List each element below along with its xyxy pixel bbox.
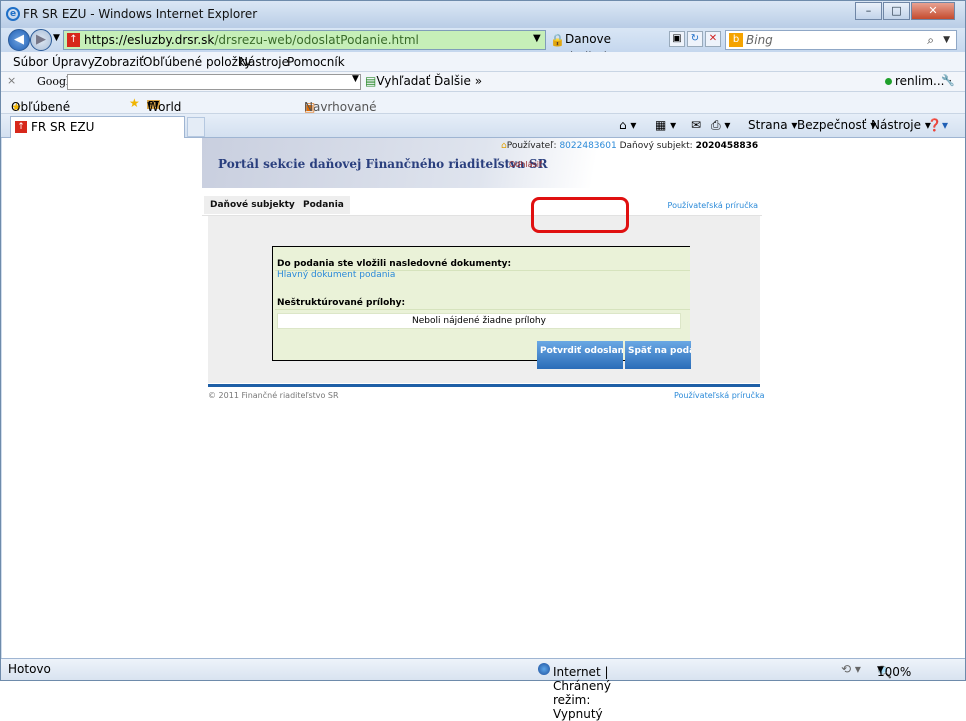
menu-nastroje[interactable]: Nástroje (239, 55, 289, 69)
divider (275, 309, 690, 310)
google-more-button[interactable]: Ďalšie » (434, 74, 482, 88)
subject-label: Daňový subjekt: (619, 141, 693, 151)
forward-icon[interactable]: ▶ (30, 29, 52, 51)
site-tab[interactable]: 🔒 Danove riaditelstvo... (547, 30, 661, 64)
no-attachments-row: Neboli nájdené žiadne prílohy (277, 313, 681, 329)
title-bar: e FR SR EZU - Windows Internet Explorer … (1, 1, 965, 28)
wrench-icon[interactable]: 🔧 (941, 74, 955, 87)
close-toolbar-icon[interactable]: × (7, 74, 16, 87)
zoom-dropdown-icon: ▼ (877, 665, 884, 675)
tab-podania[interactable]: Podania (297, 196, 350, 214)
confirm-send-button[interactable]: Potvrdiť odoslanie (537, 341, 623, 369)
address-host: https://esluzby.drsr.sk (84, 33, 215, 47)
portal-nav: Daňové subjekty Podania Používateľská pr… (202, 194, 762, 216)
copyright: © 2011 Finančné riaditeľstvo SR (208, 391, 339, 400)
google-search-input[interactable] (67, 74, 361, 90)
google-dropdown-icon[interactable]: ▼ (352, 74, 359, 84)
main-document-link[interactable]: Hlavný dokument podania (277, 270, 395, 280)
user-label: Používateľ: (506, 141, 557, 151)
page-tab-label: FR SR EZU (31, 120, 95, 134)
help-icon[interactable]: ❓▾ (927, 118, 948, 132)
attachments-heading: Neštruktúrované prílohy: (277, 298, 406, 308)
refresh-icon[interactable]: ↻ (687, 31, 703, 47)
documents-box: Do podania ste vložili nasledovné dokume… (272, 246, 691, 369)
subject-id: 2020458836 (695, 141, 759, 151)
address-row: ◀ ▶ ▼ ↑ https://esluzby.drsr.sk/drsrezu-… (1, 28, 965, 64)
add-favorite-icon[interactable]: ★ (129, 96, 140, 110)
status-bar: Hotovo Internet | Chránený režim: Vypnut… (1, 658, 965, 721)
google-search-icon: ▤ (365, 74, 377, 88)
google-search-label: Vyhľadať · (376, 74, 439, 88)
user-info: ⌂Používateľ: 8022483601 Daňový subjekt: … (501, 141, 758, 151)
menu-pomocnik[interactable]: Pomocník (287, 55, 345, 69)
feeds-icon[interactable]: ▦ ▾ (655, 118, 676, 132)
close-button[interactable]: ✕ (911, 2, 955, 20)
browser-window: e FR SR EZU - Windows Internet Explorer … (0, 0, 966, 721)
security-zone-label: Internet | Chránený režim: Vypnutý (553, 665, 611, 721)
search-box[interactable]: b Bing ⌕ ▼ (725, 30, 957, 50)
minimize-button[interactable]: – (855, 2, 882, 20)
command-bar: ↑ FR SR EZU ⌂ ▾ ▦ ▾ ✉ ⎙ ▾ Strana ▾ Bezpe… (1, 114, 965, 138)
status-dot-icon (885, 78, 892, 85)
page-content: Portál sekcie daňovej Finančného riadite… (2, 138, 965, 658)
favorites-bar: ★ Obľúbené položky ★ FT World business, … (1, 92, 965, 156)
address-path: /drsrezu-web/odoslatPodanie.html (214, 33, 419, 47)
tab-danove-subjekty[interactable]: Daňové subjekty (204, 196, 301, 214)
protected-mode-icon[interactable]: ⟲ ▾ (841, 662, 861, 676)
security-zone[interactable]: Internet | Chránený režim: Vypnutý (538, 662, 611, 721)
logout-link[interactable]: Odhlásiť (509, 160, 542, 169)
home-icon[interactable]: ⌂ ▾ (619, 118, 636, 132)
search-dropdown-icon[interactable]: ▼ (943, 31, 950, 49)
back-to-submissions-button[interactable]: Späť na podania (625, 341, 691, 369)
page-menu[interactable]: Strana ▾ (748, 118, 797, 132)
menu-bar: Súbor Úpravy Zobraziť Obľúbené položky N… (1, 52, 965, 72)
manual-link[interactable]: Používateľská príručka (668, 201, 758, 210)
menu-upravy[interactable]: Úpravy (52, 55, 95, 69)
menu-subor[interactable]: Súbor (13, 55, 48, 69)
google-toolbar: × Google ▼ ▤Vyhľadať · Ďalšie » renlim..… (1, 72, 965, 92)
window-title: FR SR EZU - Windows Internet Explorer (23, 7, 258, 21)
menu-oblubene[interactable]: Obľúbené položky (143, 55, 252, 69)
mail-icon[interactable]: ✉ (691, 118, 701, 132)
tools-menu[interactable]: Nástroje ▾ (871, 118, 931, 132)
search-icon[interactable]: ⌕ (927, 31, 934, 49)
footer-line (208, 384, 760, 387)
print-icon[interactable]: ⎙ ▾ (711, 118, 730, 133)
portal-header: Portál sekcie daňovej Finančného riadite… (202, 138, 762, 188)
menu-zobrazit[interactable]: Zobraziť (94, 55, 144, 69)
portal-title: Portál sekcie daňovej Finančného riadite… (218, 157, 548, 171)
search-placeholder: Bing (746, 33, 773, 47)
maximize-button[interactable]: □ (883, 2, 910, 20)
site-icon: ↑ (67, 33, 80, 47)
lock-icon: 🔒 (550, 33, 565, 47)
google-search-button[interactable]: ▤Vyhľadať · (365, 74, 438, 88)
page-tab[interactable]: ↑ FR SR EZU (10, 116, 185, 138)
documents-heading: Do podania ste vložili nasledovné dokume… (277, 259, 512, 269)
footer-manual-link[interactable]: Používateľská príručka (674, 391, 764, 400)
user-id-link[interactable]: 8022483601 (559, 141, 616, 151)
submission-panel: Do podania ste vložili nasledovné dokume… (208, 216, 760, 383)
page-tab-icon: ↑ (15, 121, 27, 133)
safety-menu[interactable]: Bezpečnosť ▾ (797, 118, 876, 132)
history-dropdown-icon[interactable]: ▼ (53, 33, 60, 43)
address-field[interactable]: ↑ https://esluzby.drsr.sk/drsrezu-web/od… (63, 30, 546, 50)
status-text: Hotovo (8, 662, 51, 676)
bing-icon: b (729, 33, 743, 47)
globe-icon (538, 663, 550, 675)
new-tab-button[interactable] (187, 117, 205, 137)
ie-logo-icon: e (6, 7, 20, 21)
stop-icon[interactable]: ✕ (705, 31, 721, 47)
compat-icon[interactable]: ▣ (669, 31, 685, 47)
address-dropdown-icon[interactable]: ▼ (533, 33, 541, 44)
highlight-annotation (531, 197, 629, 233)
back-icon[interactable]: ◀ (8, 29, 30, 51)
